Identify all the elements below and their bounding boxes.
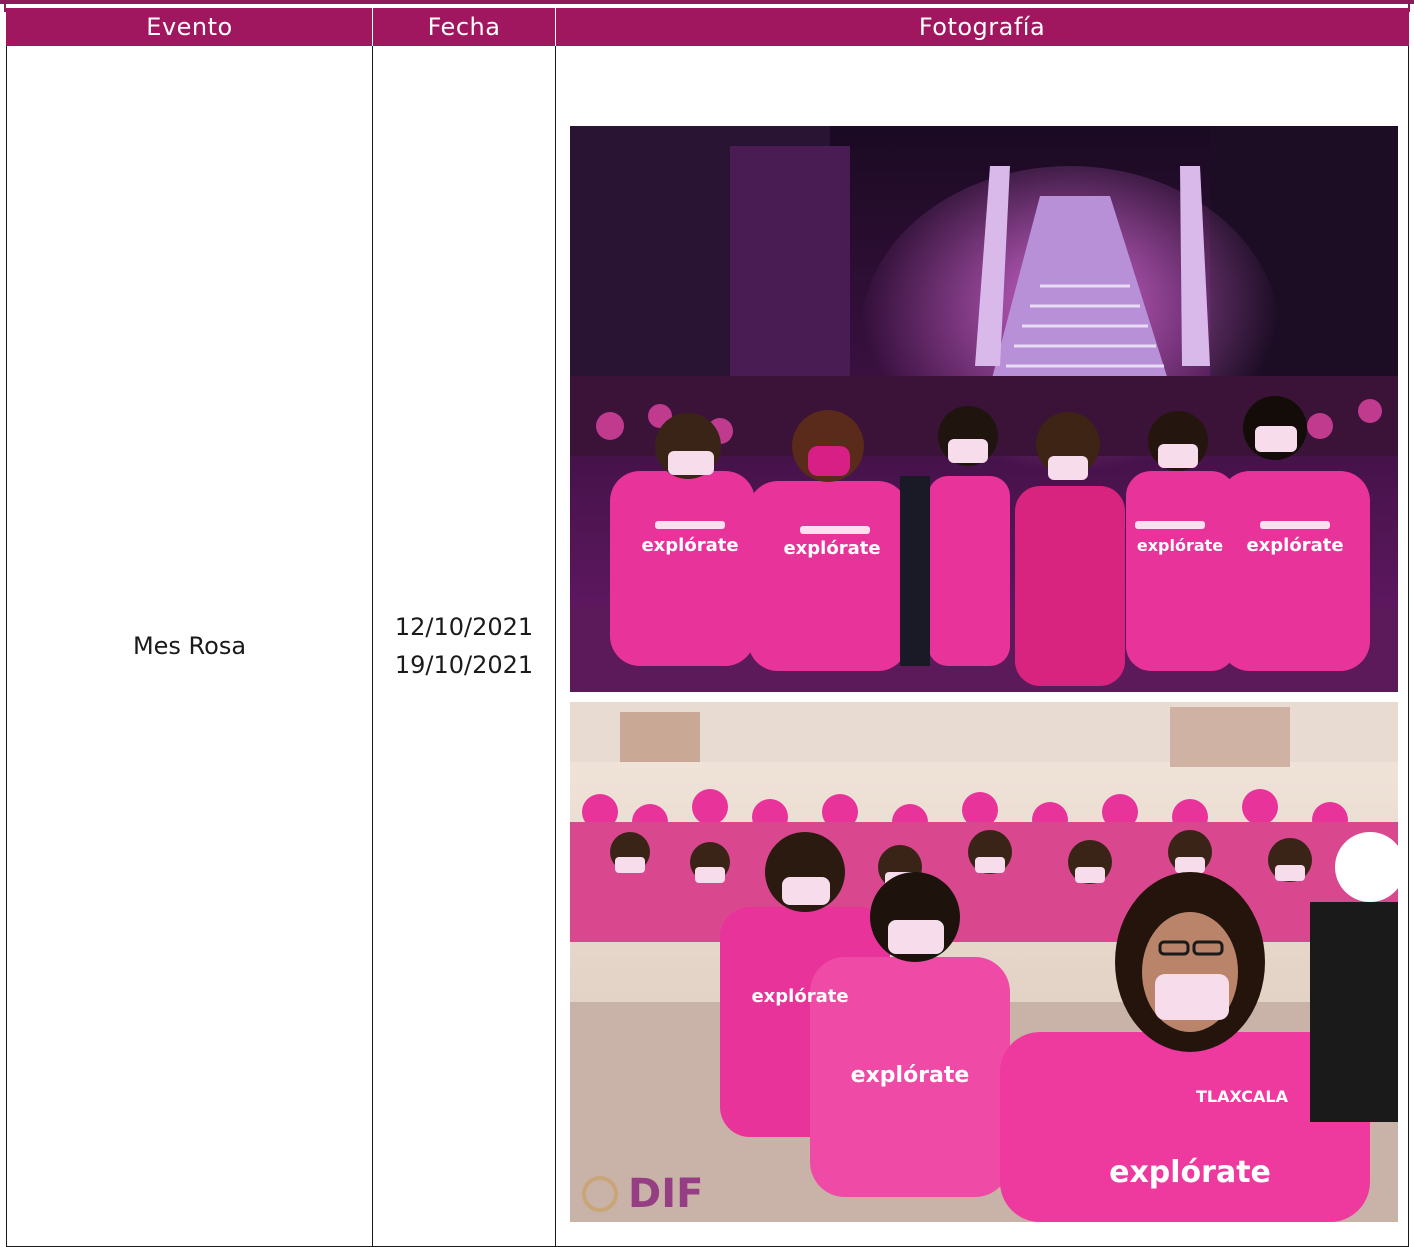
photo1-shirt-text-4: explórate xyxy=(1246,535,1343,556)
events-table: Evento Fecha Fotografía Mes Rosa 12/10/2… xyxy=(6,8,1409,1247)
photo2-shirt-text-1: explórate xyxy=(751,986,848,1007)
event-photo-night: explórate explórate explórate explórate xyxy=(570,126,1398,692)
event-dates: 12/10/2021 19/10/2021 xyxy=(372,46,556,1247)
photo1-shirt-text-2: explórate xyxy=(783,538,880,559)
seated-audience-photo-image: explórate explórate explórate TLAXCALA D… xyxy=(570,702,1398,1222)
event-photos: explórate explórate explórate explórate xyxy=(555,46,1409,1247)
event-name: Mes Rosa xyxy=(6,46,373,1247)
dif-logo-text: DIF xyxy=(628,1171,703,1217)
event-date-1: 12/10/2021 xyxy=(394,613,534,641)
page-top-border xyxy=(0,0,1414,4)
table-header-row: Evento Fecha Fotografía xyxy=(6,8,1409,46)
table-row: Mes Rosa 12/10/2021 19/10/2021 explórate… xyxy=(6,46,1409,1247)
photo1-shirt-text-3: explórate xyxy=(1137,536,1223,555)
header-date: Fecha xyxy=(372,8,556,46)
photo1-shirt-text-1: explórate xyxy=(641,535,738,556)
header-photo: Fotografía xyxy=(555,8,1409,46)
event-date-2: 19/10/2021 xyxy=(394,651,534,679)
header-event: Evento xyxy=(6,8,373,46)
photo2-shirt-brand: TLAXCALA xyxy=(1196,1087,1289,1106)
photo2-shirt-text-3: explórate xyxy=(1109,1155,1271,1190)
night-group-photo-image: explórate explórate explórate explórate xyxy=(570,126,1398,692)
photo2-shirt-text-2: explórate xyxy=(851,1063,970,1088)
event-photo-daytime: explórate explórate explórate TLAXCALA D… xyxy=(570,702,1398,1222)
